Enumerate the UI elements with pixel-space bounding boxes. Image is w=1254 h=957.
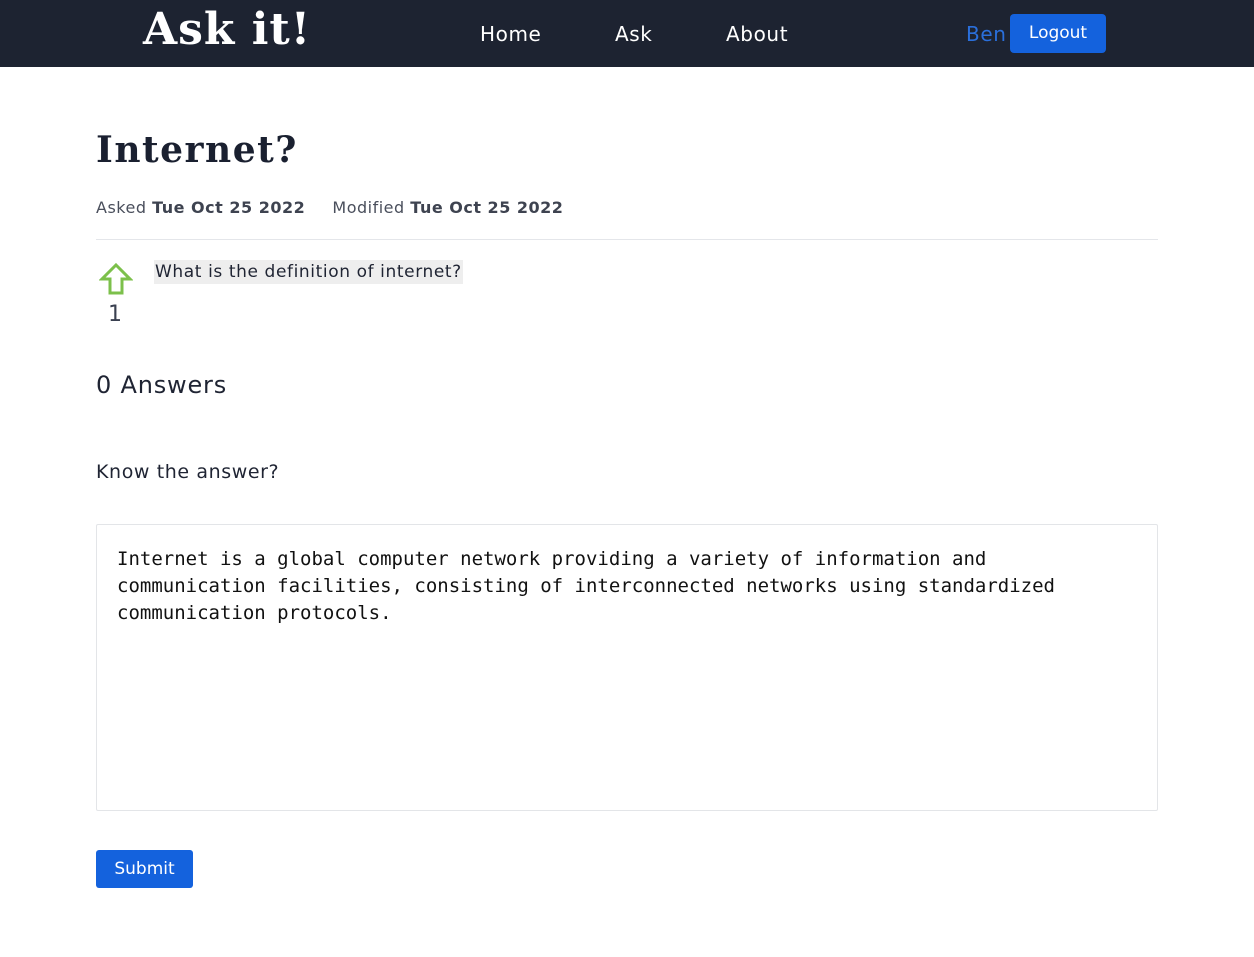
asked-label: Asked	[96, 198, 147, 217]
current-username: Ben	[966, 22, 1007, 46]
submit-button[interactable]: Submit	[96, 850, 193, 888]
answers-count-heading: 0 Answers	[96, 371, 227, 399]
top-navbar: Ask it! Home Ask About Ben Logout	[0, 0, 1254, 67]
question-meta: Asked Tue Oct 25 2022 Modified Tue Oct 2…	[96, 197, 563, 219]
question-title: Internet?	[96, 129, 298, 171]
asked-date: Tue Oct 25 2022	[152, 198, 306, 217]
arrow-up-outline-icon	[98, 262, 134, 295]
header-divider	[96, 239, 1158, 240]
vote-count: 1	[108, 302, 122, 327]
upvote-button[interactable]	[98, 262, 134, 296]
nav-link-about[interactable]: About	[726, 20, 788, 48]
question-body: What is the definition of internet?	[154, 260, 463, 284]
modified-label: Modified	[332, 198, 405, 217]
nav-link-ask[interactable]: Ask	[615, 20, 652, 48]
brand-logo[interactable]: Ask it!	[143, 2, 311, 58]
answer-prompt: Know the answer?	[96, 461, 280, 483]
answer-textarea[interactable]: Internet is a global computer network pr…	[96, 524, 1158, 811]
logout-button[interactable]: Logout	[1010, 14, 1106, 53]
nav-link-home[interactable]: Home	[480, 20, 541, 48]
modified-date: Tue Oct 25 2022	[410, 198, 564, 217]
